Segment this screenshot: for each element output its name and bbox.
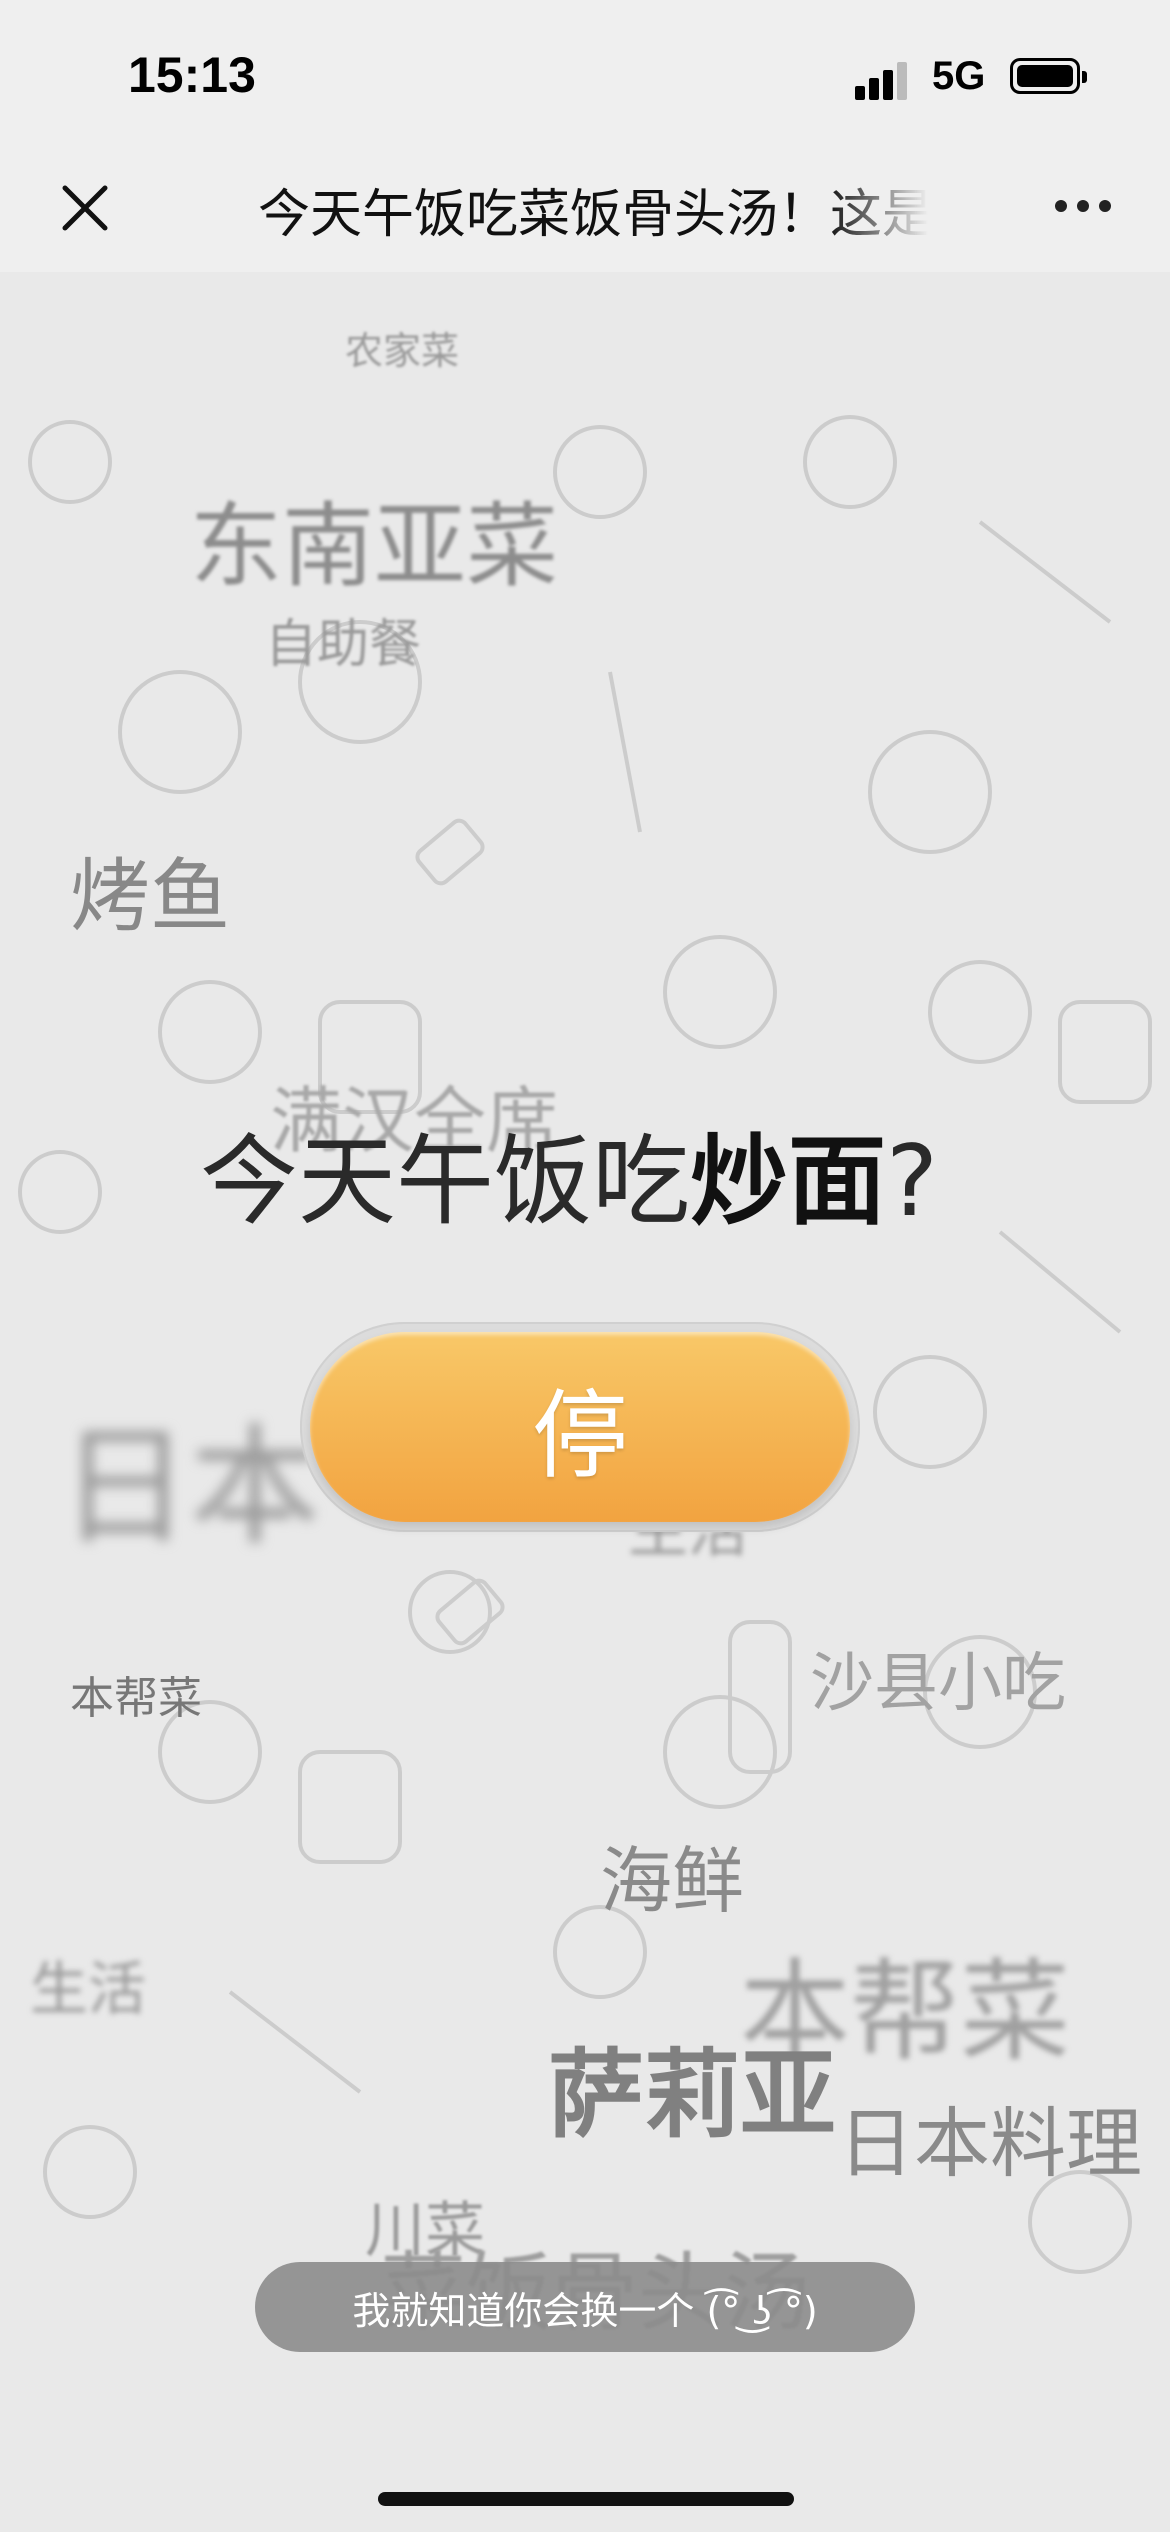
question-suffix: ?	[886, 1125, 939, 1239]
stop-button[interactable]: 停	[300, 1322, 860, 1532]
toast-text: 我就知道你会换一个 (͡° ͜ʖ ͡°)	[352, 2288, 818, 2333]
more-options-icon[interactable]	[1055, 200, 1115, 220]
lunch-question: 今天午饭吃炒面?	[200, 1102, 1000, 1244]
status-bar: 15:13 5G	[0, 0, 1170, 150]
floating-word: 烤鱼	[70, 850, 230, 943]
signal-icon	[855, 60, 915, 100]
selected-dish: 炒面	[690, 1125, 887, 1239]
stop-button-face[interactable]: 停	[310, 1332, 850, 1522]
floating-word: 海鲜	[600, 1839, 745, 1923]
page-title: 今天午饭吃菜饭骨头汤！这是	[258, 185, 928, 242]
home-indicator[interactable]	[378, 2492, 794, 2506]
floating-word: 生活	[30, 1955, 147, 2023]
battery-icon	[1010, 58, 1087, 94]
network-type: 5G	[932, 54, 986, 98]
floating-word: 农家菜	[345, 329, 460, 373]
floating-word: 萨莉亚	[548, 2039, 836, 2151]
stop-button-label: 停	[532, 1379, 628, 1492]
floating-word: 日本料理	[838, 2099, 1142, 2188]
floating-word: 本帮菜	[70, 1673, 202, 1724]
nav-bar: 今天午饭吃菜饭骨头汤！这是	[0, 150, 1170, 272]
question-prefix: 今天午饭吃	[200, 1125, 691, 1239]
floating-word: 东南亚菜	[190, 493, 559, 600]
toast-message: 我就知道你会换一个 (͡° ͜ʖ ͡°)	[255, 2262, 915, 2352]
status-time: 15:13	[128, 47, 256, 103]
floating-word: 沙县小吃	[810, 1647, 1066, 1721]
roulette-area: 农家菜 东南亚菜 自助餐 烤鱼 满汉全席 日本 生活 本帮菜 沙县小吃 海鲜 本…	[0, 272, 1170, 2532]
floating-word: 日本	[60, 1411, 321, 1563]
close-icon[interactable]	[55, 178, 115, 238]
floating-word: 自助餐	[265, 615, 422, 675]
